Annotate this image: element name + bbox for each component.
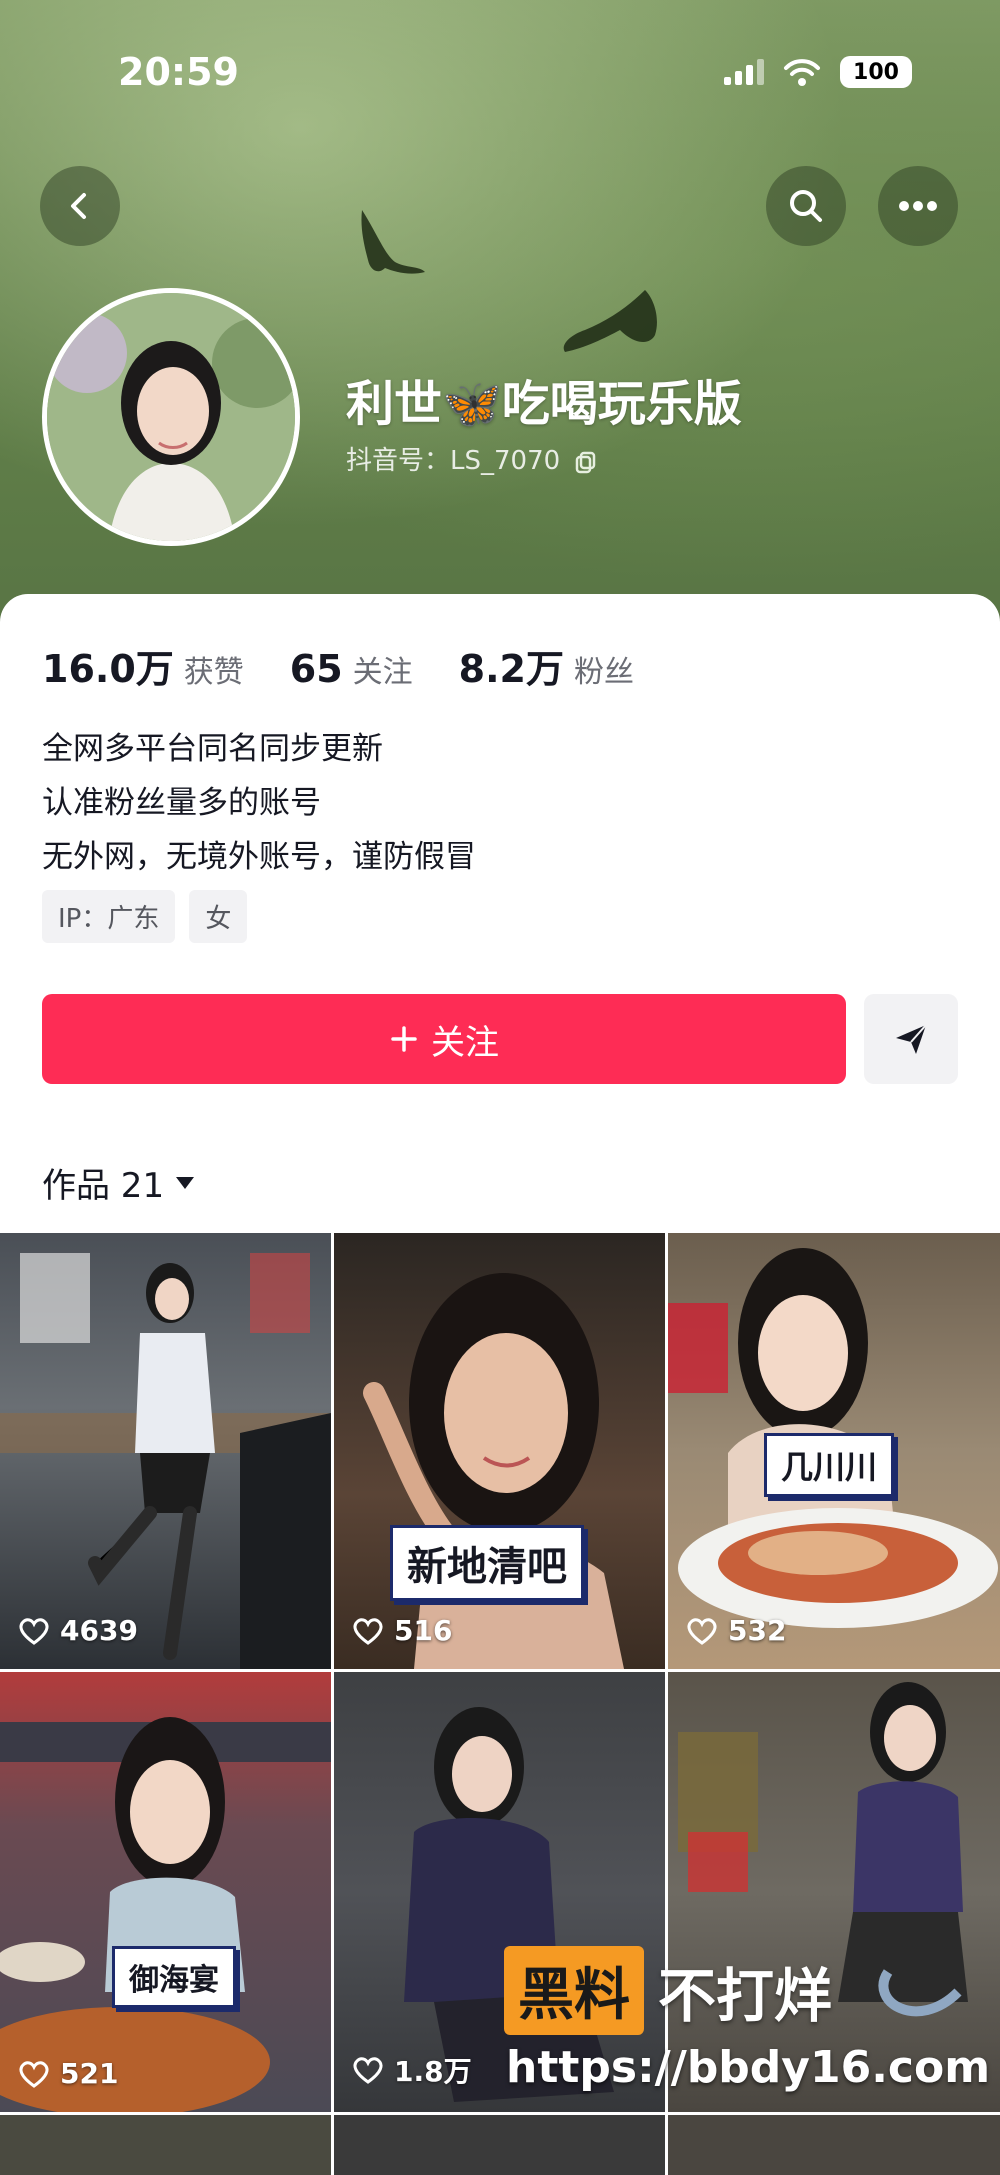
video-caption: 御海宴 xyxy=(112,1946,236,2008)
follow-button[interactable]: 关注 xyxy=(42,994,846,1084)
profile-tags: IP：广东 女 xyxy=(42,890,248,943)
following-count[interactable]: 65 xyxy=(290,647,343,691)
video-like-count: 1.8万 xyxy=(352,2050,472,2090)
profile-name: 利世🦋吃喝玩乐版 xyxy=(346,376,742,432)
video-like-count: 532 xyxy=(686,1614,786,1647)
likes-label: 获赞 xyxy=(183,655,244,690)
heart-icon xyxy=(19,1617,49,1645)
video-thumbnail[interactable]: 4639 xyxy=(0,1233,331,1669)
heart-icon xyxy=(353,2057,383,2084)
avatar[interactable] xyxy=(42,288,300,546)
douyin-id: 抖音号：LS_7070 xyxy=(346,440,598,477)
avatar-photo xyxy=(47,293,295,541)
copy-icon[interactable] xyxy=(574,450,598,474)
send-message-button[interactable] xyxy=(864,994,958,1084)
douyin-id-text: 抖音号：LS_7070 xyxy=(346,446,561,476)
video-caption: 新地清吧 xyxy=(390,1525,584,1601)
like-count-text: 521 xyxy=(60,2057,119,2090)
bio-line: 全网多平台同名同步更新 xyxy=(42,731,383,767)
video-thumbnail[interactable]: 御海宴 521 xyxy=(0,1672,331,2112)
battery-indicator: 100 xyxy=(840,56,912,88)
heart-icon xyxy=(353,1617,383,1645)
video-thumbnail[interactable]: 新地清吧 516 xyxy=(334,1233,665,1669)
bio-line: 无外网，无境外账号，谨防假冒 xyxy=(42,839,476,875)
like-count-text: 4639 xyxy=(60,1614,138,1647)
video-like-count: 521 xyxy=(18,2057,118,2090)
back-button[interactable] xyxy=(40,166,120,246)
following-label: 关注 xyxy=(352,655,413,690)
plus-icon xyxy=(391,1026,417,1052)
more-icon xyxy=(899,201,937,211)
like-count-text: 1.8万 xyxy=(394,2055,472,2088)
wifi-icon xyxy=(784,59,820,86)
caret-down-icon xyxy=(176,1176,195,1189)
cellular-signal-icon xyxy=(724,59,764,85)
like-count-text: 532 xyxy=(728,1614,787,1647)
video-cover xyxy=(0,1717,331,2112)
profile-stats: 16.0万 获赞 65 关注 8.2万 粉丝 xyxy=(42,638,680,693)
video-thumbnail[interactable] xyxy=(334,2115,665,2175)
video-thumbnail[interactable]: 几川川 532 xyxy=(668,1233,1000,1669)
watermark-url: https://bbdy16.com xyxy=(506,2042,991,2093)
profile-bio: 全网多平台同名同步更新 认准粉丝量多的账号 无外网，无境外账号，谨防假冒 xyxy=(42,722,476,884)
video-cover xyxy=(0,1253,331,1669)
status-bar: 20:59 100 xyxy=(0,0,1000,150)
watermark-badge: 黑料 xyxy=(504,1946,644,2035)
heart-icon xyxy=(687,1617,717,1645)
status-icons: 100 xyxy=(724,56,912,88)
followers-label: 粉丝 xyxy=(573,655,634,690)
video-caption: 几川川 xyxy=(764,1433,895,1497)
back-icon xyxy=(71,193,86,219)
works-tab-label: 作品 21 xyxy=(42,1166,165,1206)
search-button[interactable] xyxy=(766,166,846,246)
watermark: 黑料 不打烊 xyxy=(504,1946,832,2035)
video-like-count: 516 xyxy=(352,1614,452,1647)
status-time: 20:59 xyxy=(118,50,239,94)
video-thumbnail[interactable] xyxy=(0,2115,331,2175)
watermark-text: 不打烊 xyxy=(658,1961,833,2030)
like-count-text: 516 xyxy=(394,1614,453,1647)
search-icon xyxy=(790,190,822,222)
likes-count[interactable]: 16.0万 xyxy=(42,638,174,693)
video-thumbnail[interactable] xyxy=(668,2115,1000,2175)
follow-label: 关注 xyxy=(431,1022,499,1063)
gender-tag: 女 xyxy=(189,890,248,943)
tab-works[interactable]: 作品 21 xyxy=(42,1158,196,1207)
send-icon xyxy=(896,1024,927,1054)
heart-icon xyxy=(19,2060,49,2088)
video-cover xyxy=(363,1273,624,1669)
video-like-count: 4639 xyxy=(18,1614,138,1647)
followers-count[interactable]: 8.2万 xyxy=(459,638,564,693)
more-button[interactable] xyxy=(878,166,958,246)
bio-line: 认准粉丝量多的账号 xyxy=(42,785,321,821)
ip-location-tag: IP：广东 xyxy=(42,890,176,943)
